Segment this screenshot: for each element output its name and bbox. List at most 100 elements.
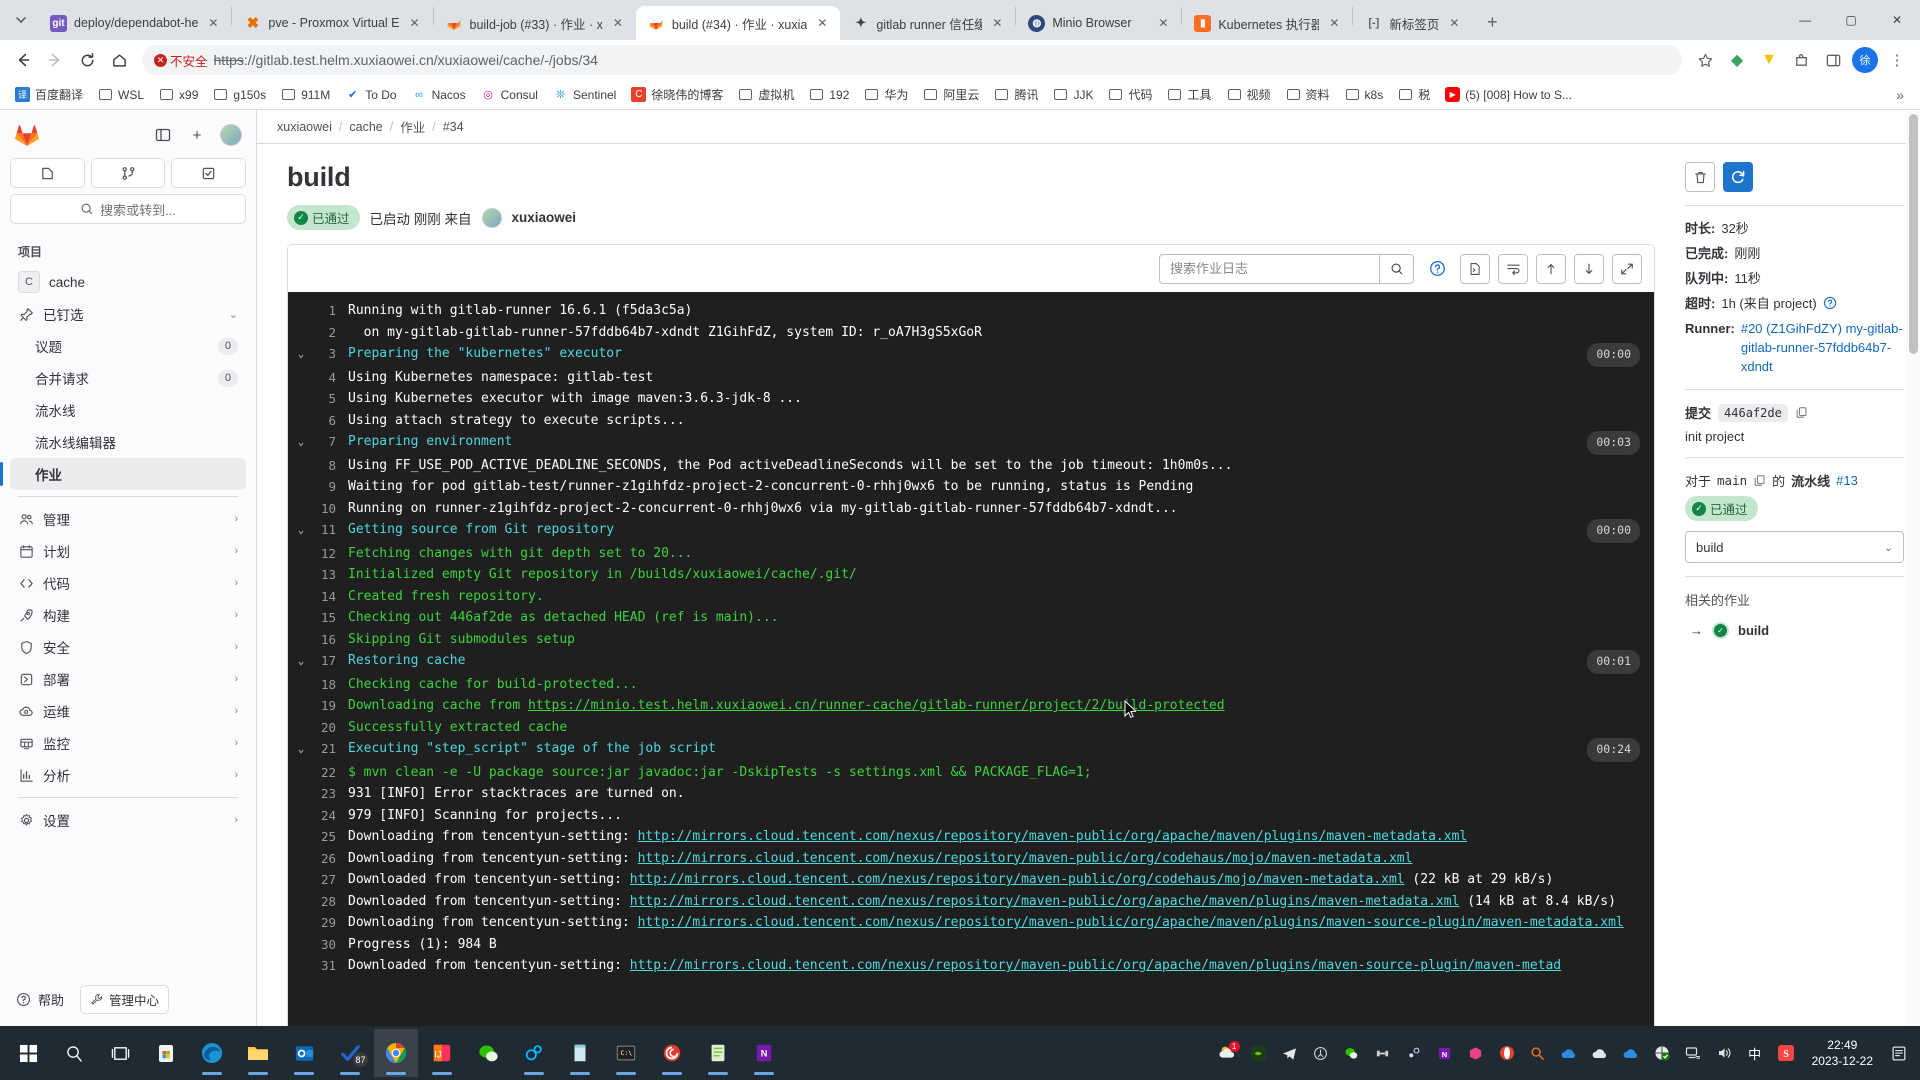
close-icon[interactable]: ✕	[1155, 15, 1171, 31]
opera-icon[interactable]	[1496, 1042, 1518, 1064]
sidebar-item-issues[interactable]: 议题 0	[10, 330, 246, 362]
app-icon[interactable]	[1465, 1042, 1487, 1064]
extension-yellow-icon[interactable]: ▼	[1754, 45, 1784, 75]
bookmark-item[interactable]: C徐晓伟的博客	[624, 83, 730, 106]
address-bar[interactable]: ✕ 不安全 https://gitlab.test.helm.xuxiaowei…	[142, 45, 1682, 75]
search-input[interactable]: 搜索或转到...	[10, 194, 246, 224]
collapse-section-icon[interactable]: ⌄	[288, 431, 314, 453]
sidebar-item-monitor[interactable]: 监控 ›	[10, 727, 246, 759]
steam-icon[interactable]	[1403, 1042, 1425, 1064]
bookmark-item[interactable]: 资料	[1279, 83, 1337, 106]
nvidia-icon[interactable]	[1248, 1042, 1270, 1064]
tab-search-button[interactable]	[4, 0, 38, 40]
snail-app-icon[interactable]	[650, 1029, 694, 1077]
sidebar-item-build[interactable]: 构建 ›	[10, 599, 246, 631]
sidebar-item-manage[interactable]: 管理 ›	[10, 503, 246, 535]
breadcrumb-item-jobs[interactable]: 作业	[400, 117, 425, 136]
bookmark-item[interactable]: 华为	[857, 83, 915, 106]
avatar[interactable]	[220, 124, 242, 146]
search-tray-icon[interactable]	[1527, 1042, 1549, 1064]
log-link[interactable]: http://mirrors.cloud.tencent.com/nexus/r…	[630, 872, 1405, 887]
maximize-button[interactable]: ▢	[1828, 0, 1874, 40]
minimize-button[interactable]: —	[1782, 0, 1828, 40]
collapse-section-icon[interactable]: ⌄	[288, 343, 314, 365]
notepad-icon[interactable]	[558, 1029, 602, 1077]
bookmark-item[interactable]: ✔To Do	[338, 84, 403, 105]
bookmark-item[interactable]: 阿里云	[916, 83, 986, 106]
sogou-icon[interactable]: S	[1775, 1042, 1797, 1064]
shield-icon[interactable]	[1310, 1042, 1332, 1064]
log-link[interactable]: http://mirrors.cloud.tencent.com/nexus/r…	[638, 915, 1624, 930]
wechat-tray-icon[interactable]	[1341, 1042, 1363, 1064]
browser-tab[interactable]: ✖ pve - Proxmox Virtual E ✕	[232, 6, 432, 40]
sidebar-item-settings[interactable]: 设置 ›	[10, 804, 246, 836]
not-secure-badge[interactable]: ✕ 不安全	[154, 51, 208, 70]
sidebar-item-help[interactable]: 帮助	[16, 990, 64, 1009]
telegram-icon[interactable]	[1279, 1042, 1301, 1064]
scroll-to-bottom-icon[interactable]	[1574, 254, 1604, 284]
bookmark-item[interactable]: x99	[152, 84, 205, 105]
bookmark-item[interactable]: 192	[802, 84, 856, 105]
search-input[interactable]	[1160, 255, 1379, 283]
close-icon[interactable]: ✕	[1326, 15, 1342, 31]
question-circle-icon[interactable]	[1823, 294, 1837, 313]
bookmark-item[interactable]: 工具	[1160, 83, 1218, 106]
profile-avatar[interactable]: 徐	[1850, 45, 1880, 75]
bookmark-item[interactable]: 虚拟机	[731, 83, 801, 106]
sidebar-item-pipeline-editor[interactable]: 流水线编辑器	[10, 426, 246, 458]
bookmark-item[interactable]: 腾讯	[987, 83, 1045, 106]
bookmark-item[interactable]: ❊Sentinel	[546, 84, 623, 105]
network-icon[interactable]	[1682, 1042, 1704, 1064]
sidebar-item-deploy[interactable]: 部署 ›	[10, 663, 246, 695]
bookmark-item[interactable]: 视频	[1220, 83, 1278, 106]
stage-select[interactable]: build ⌄	[1685, 531, 1904, 563]
close-icon[interactable]: ✕	[1446, 15, 1462, 31]
close-icon[interactable]: ✕	[407, 15, 423, 31]
todo-icon[interactable]: 87	[328, 1029, 372, 1077]
sidebar-item-issues-shortcut[interactable]	[10, 158, 85, 188]
breadcrumb-item-namespace[interactable]: xuxiaowei	[277, 120, 332, 134]
breadcrumb-item-job-id[interactable]: #34	[443, 120, 464, 134]
microsoft-store-icon[interactable]	[144, 1029, 188, 1077]
chrome-icon[interactable]	[374, 1029, 418, 1077]
close-icon[interactable]: ✕	[989, 15, 1005, 31]
close-window-button[interactable]: ✕	[1874, 0, 1920, 40]
notification-icon[interactable]	[1888, 1042, 1910, 1064]
weather-icon[interactable]: 1	[1217, 1042, 1239, 1064]
create-new-icon[interactable]: +	[186, 124, 208, 146]
bookmark-star-icon[interactable]	[1690, 45, 1720, 75]
chrome-menu-icon[interactable]: ⋮	[1882, 45, 1912, 75]
bookmark-item[interactable]: 911M	[274, 84, 337, 105]
log-link[interactable]: http://mirrors.cloud.tencent.com/nexus/r…	[638, 851, 1413, 866]
outlook-icon[interactable]	[282, 1029, 326, 1077]
log-link[interactable]: http://mirrors.cloud.tencent.com/nexus/r…	[630, 894, 1460, 909]
onenote-icon[interactable]: N	[742, 1029, 786, 1077]
browser-tab[interactable]: build-job (#33) · 作业 · x ✕	[434, 6, 636, 40]
onenote-tray-icon[interactable]: N	[1434, 1042, 1456, 1064]
ime-icon[interactable]: 中	[1744, 1042, 1766, 1064]
job-log-output[interactable]: 1Running with gitlab-runner 16.6.1 (f5da…	[288, 292, 1654, 1026]
bookmark-item[interactable]: 译百度翻译	[8, 83, 90, 106]
edge-icon[interactable]	[190, 1029, 234, 1077]
retry-icon[interactable]	[1723, 162, 1753, 192]
trash-icon[interactable]	[1685, 162, 1715, 192]
sidebar-item-project[interactable]: C cache	[10, 266, 246, 298]
security-icon[interactable]	[1651, 1042, 1673, 1064]
bookmark-item[interactable]: ∞Nacos	[405, 84, 473, 105]
gitlab-logo-icon[interactable]	[14, 122, 40, 148]
fullscreen-icon[interactable]	[1612, 254, 1642, 284]
file-explorer-icon[interactable]	[236, 1029, 280, 1077]
home-icon[interactable]	[104, 45, 134, 75]
commit-sha[interactable]: 446af2de	[1718, 404, 1788, 422]
collapse-section-icon[interactable]: ⌄	[288, 519, 314, 541]
browser-tab-active[interactable]: build (#34) · 作业 · xuxia ✕	[636, 6, 840, 40]
settings-gear-icon[interactable]	[512, 1029, 556, 1077]
new-tab-button[interactable]: +	[1478, 8, 1506, 36]
bookmark-item[interactable]: 税	[1391, 83, 1437, 106]
admin-area-button[interactable]: 管理中心	[80, 985, 169, 1014]
reload-icon[interactable]	[72, 45, 102, 75]
sidebar-item-todos-shortcut[interactable]	[171, 158, 246, 188]
close-icon[interactable]: ✕	[814, 15, 830, 31]
question-circle-icon[interactable]	[1422, 254, 1452, 284]
scrollbar-thumb[interactable]	[1909, 114, 1918, 354]
